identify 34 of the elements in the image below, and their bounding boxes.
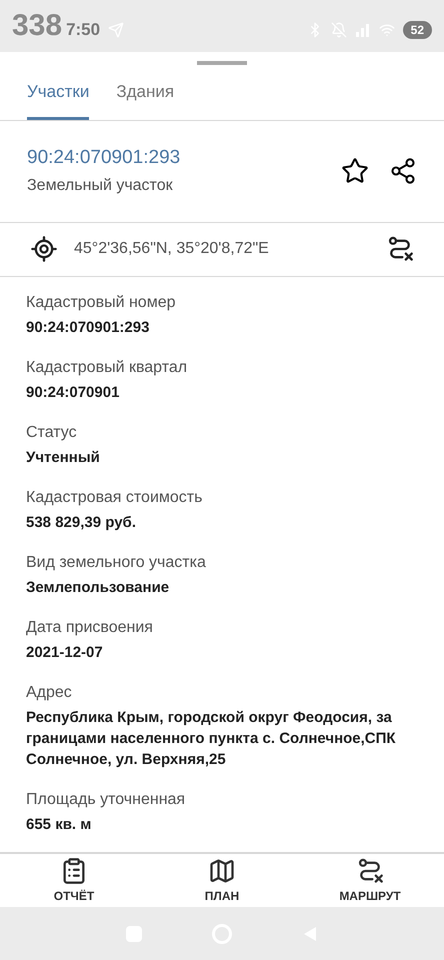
field-value: Учтенный	[26, 448, 101, 468]
field-label: Кадастровая стоимость	[26, 488, 204, 508]
route-icon[interactable]	[356, 856, 384, 884]
cadastral-number-title: 90:24:070901:293	[27, 146, 182, 170]
field-value: Землепользование	[26, 578, 170, 598]
route-icon[interactable]	[386, 235, 414, 263]
bottom-nav-button[interactable]: ПЛАН	[148, 854, 296, 907]
field-label: Статус	[26, 422, 78, 442]
coordinates: 45°2'36,56"N, 35°20'8,72"E	[74, 239, 270, 259]
bottom-nav-button[interactable]: ОТЧЁТ	[0, 854, 148, 907]
tab[interactable]: Участки	[27, 73, 90, 120]
field-value: 90:24:070901	[26, 382, 120, 402]
share-icon[interactable]	[389, 157, 417, 185]
drag-handle[interactable]	[197, 61, 247, 65]
field-label: Вид земельного участка	[26, 552, 207, 572]
status-time: 7:50	[66, 19, 100, 42]
battery-indicator: 52	[402, 21, 432, 39]
field-label: Кадастровый номер	[26, 292, 176, 312]
bottom-nav-button[interactable]: МАРШРУТ	[296, 854, 444, 907]
field-label: Адрес	[26, 682, 73, 702]
status-overlay-number: 338	[12, 11, 62, 41]
field-value: 655 кв. м	[26, 814, 92, 834]
field-label: Кадастровый квартал	[26, 358, 188, 378]
field-label: Площадь уточненная	[26, 790, 186, 810]
field-label: Дата присвоения	[26, 618, 154, 638]
field-value: 538 829,39 руб.	[26, 512, 137, 532]
tab[interactable]: Здания	[116, 73, 174, 120]
field-value: Республика Крым, городской округ Феодосия, за границами населенного пункта с. Солнечное,СПК Солнечное, ул. Верхняя,25	[26, 708, 397, 770]
field-value: 2021-12-07	[26, 642, 104, 662]
locate-icon[interactable]	[30, 235, 58, 263]
field-value: 90:24:070901:293	[26, 318, 150, 338]
star-icon[interactable]	[341, 157, 369, 185]
map-icon	[208, 856, 236, 884]
object-type: Земельный участок	[27, 176, 174, 196]
